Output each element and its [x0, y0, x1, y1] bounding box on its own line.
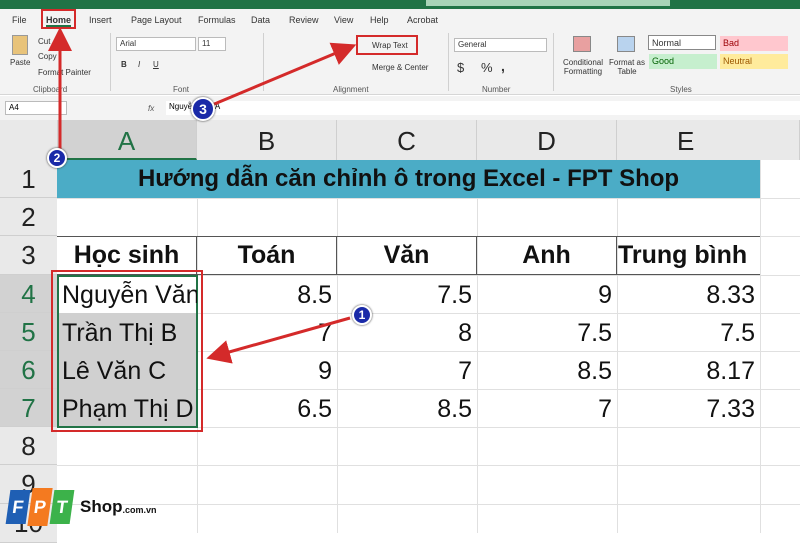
step-marker-3: 3	[191, 97, 215, 121]
arrow-3	[211, 42, 357, 107]
step-marker-1: 1	[352, 305, 372, 325]
fpt-shop-logo: F P T Shop .com.vn	[5, 488, 157, 526]
annotation-arrows	[48, 27, 357, 364]
step-marker-2: 2	[47, 148, 67, 168]
arrow-1	[206, 316, 351, 364]
